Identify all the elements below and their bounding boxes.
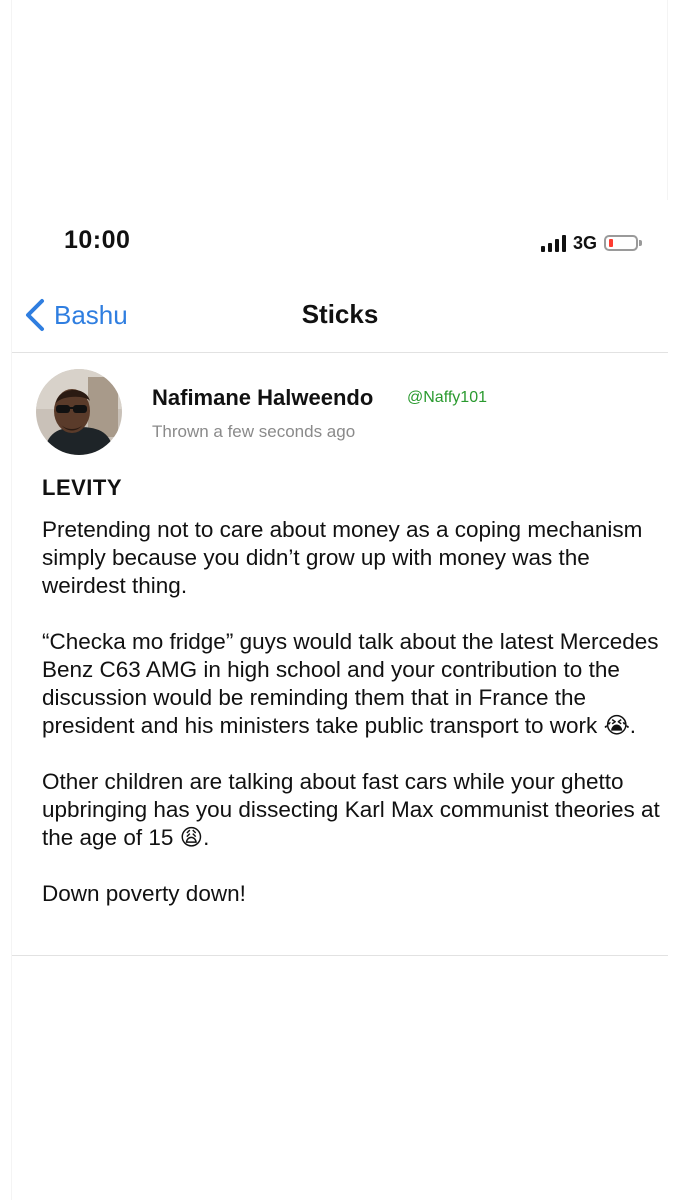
post-divider bbox=[12, 955, 668, 956]
post-title: LEVITY bbox=[42, 475, 123, 500]
network-label: 3G bbox=[572, 232, 597, 253]
author-handle[interactable]: @Naffy101 bbox=[407, 389, 487, 407]
status-bar: 10:00 3G bbox=[12, 222, 668, 262]
post-timestamp: Thrown a few seconds ago bbox=[152, 422, 356, 441]
post-paragraph: Other children are talking about fast ca… bbox=[42, 769, 660, 850]
nav-divider bbox=[12, 352, 668, 353]
page-title: Sticks bbox=[301, 299, 379, 329]
author-name[interactable]: Nafimane Halweendo bbox=[152, 385, 373, 411]
avatar-photo bbox=[36, 369, 122, 455]
status-indicators: 3G bbox=[540, 231, 642, 255]
navigation-bar: Bashu Sticks bbox=[12, 285, 668, 351]
status-time: 10:00 bbox=[64, 226, 131, 254]
post-paragraph: Pretending not to care about money as a … bbox=[42, 517, 643, 598]
signal-icon bbox=[540, 234, 566, 252]
avatar[interactable] bbox=[36, 369, 122, 455]
phone-screen: 10:00 3G Bashu Sticks Nafimane Halweendo… bbox=[12, 200, 668, 1200]
post-body: Pretending not to care about money as a … bbox=[42, 516, 667, 936]
post-paragraph: “Checka mo fridge” guys would talk about… bbox=[42, 629, 659, 738]
post-paragraph: Down poverty down! bbox=[42, 881, 246, 906]
battery-icon bbox=[604, 235, 642, 251]
